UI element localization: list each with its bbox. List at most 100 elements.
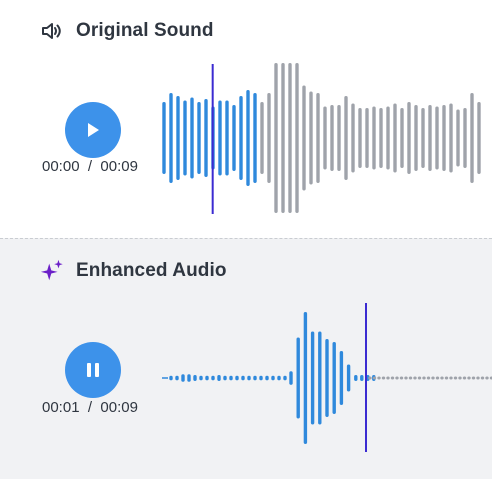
waveform-bar-played [217,375,221,381]
waveform-bar-unplayed [428,105,432,171]
waveform-bar-unplayed [414,105,418,171]
waveform-bar-played [277,375,281,381]
waveform-bar-unplayed [463,108,467,168]
waveform-bar-unplayed [351,103,355,173]
waveform-bar-played [187,374,191,382]
waveform-bar-unplayed [431,376,435,380]
waveform-bar-played [332,342,336,414]
enhanced-waveform[interactable] [0,239,492,480]
waveform-bar-played [205,375,209,381]
waveform-bar-played [253,375,257,381]
waveform-bar-played [259,375,263,381]
waveform-bar-played [303,312,308,444]
waveform-bar-unplayed [330,105,334,171]
waveform-bar-unplayed [323,106,327,170]
waveform-bar-unplayed [395,376,399,380]
waveform-bar-played [204,99,208,177]
waveform-bar-unplayed [316,93,320,183]
waveform-bar-unplayed [453,376,458,380]
waveform-bar-played [346,364,351,392]
waveform-bar-unplayed [470,93,474,183]
waveform-bar-unplayed [281,63,285,213]
waveform-bar-played [325,339,329,417]
waveform-bar-unplayed [393,103,397,173]
waveform-bar-unplayed [267,93,271,183]
waveform-bar-played [318,331,322,425]
waveform-bar-unplayed [260,102,264,174]
waveform-bar-played [218,100,222,176]
waveform-bar-unplayed [344,96,348,180]
waveform-bar-unplayed [379,108,383,168]
original-sound-panel: Original Sound 00:00 / 00:09 [0,0,492,238]
waveform-bar-unplayed [485,376,489,380]
waveform-bar-played [253,93,257,183]
waveform-bar-played [199,375,203,381]
waveform-bar-unplayed [295,63,299,213]
waveform-bar-played [176,96,180,180]
waveform-bar-unplayed [449,103,453,173]
waveform-bar-played [229,375,233,381]
waveform-bar-unplayed [476,376,480,380]
waveform-bar-unplayed [288,63,292,213]
waveform-bar-unplayed [449,376,453,380]
waveform-bar-unplayed [381,376,386,380]
enhanced-audio-panel: Enhanced Audio 00:01 / 00:09 [0,238,492,479]
waveform-bar-unplayed [372,106,376,170]
waveform-bar-unplayed [407,102,411,174]
waveform-bar-unplayed [444,376,449,380]
waveform-bar-played [296,337,300,419]
waveform-bar-unplayed [480,376,485,380]
waveform-bar-unplayed [408,376,413,380]
waveform-bar-played [175,375,179,381]
waveform-bar-played [283,375,287,381]
waveform-bar-unplayed [413,376,417,380]
waveform-bar-unplayed [471,376,476,380]
waveform-bar-unplayed [421,108,425,168]
waveform-bar-unplayed [404,376,408,380]
waveform-bar-played [265,375,269,381]
waveform-bar-unplayed [462,376,467,380]
waveform-bar-unplayed [390,376,395,380]
waveform-bar-unplayed [386,106,390,170]
waveform-bar-unplayed [456,109,460,167]
waveform-bar-unplayed [477,102,481,174]
waveform-bar-unplayed [309,91,313,185]
waveform-bar-played [360,375,364,381]
waveform-bar-played [197,102,201,174]
waveform-bar-unplayed [365,108,369,168]
waveform-bar-unplayed [458,376,462,380]
waveform-bar-played [211,375,215,381]
waveform-bar-unplayed [372,376,377,380]
waveform-bar-played [241,375,245,381]
waveform-bar-unplayed [274,63,278,213]
waveform-bar-played [310,331,315,425]
waveform-bar-played [239,96,243,180]
waveform-bar-unplayed [400,108,404,168]
waveform-bar-unplayed [358,108,362,168]
waveform-bar-played [354,375,358,381]
waveform-bar-unplayed [386,376,390,380]
waveform-bar-played [183,100,187,176]
waveform-bar-played [225,100,229,176]
waveform-bar-played [271,375,275,381]
waveform-bar-played [169,93,173,183]
waveform-bar-played [190,97,194,179]
waveform-bar-unplayed [368,376,372,380]
waveform-bar-played [223,375,227,381]
waveform-bar-played [181,374,185,382]
waveform-bar-played [247,375,251,381]
waveform-bar-played [235,375,239,381]
original-waveform[interactable] [0,0,492,238]
waveform-bar-unplayed [337,105,341,171]
waveform-bar-unplayed [377,376,381,380]
waveform-bar-played [289,371,293,385]
waveform-bar-unplayed [417,376,422,380]
waveform-bar-played [339,351,344,405]
waveform-bar-unplayed [302,85,306,191]
waveform-bar-played [246,90,250,186]
waveform-bar-played [193,375,197,381]
waveform-bar-unplayed [435,376,440,380]
waveform-bar-unplayed [440,376,444,380]
waveform-bar-unplayed [442,105,446,171]
waveform-bar-played [162,102,166,174]
